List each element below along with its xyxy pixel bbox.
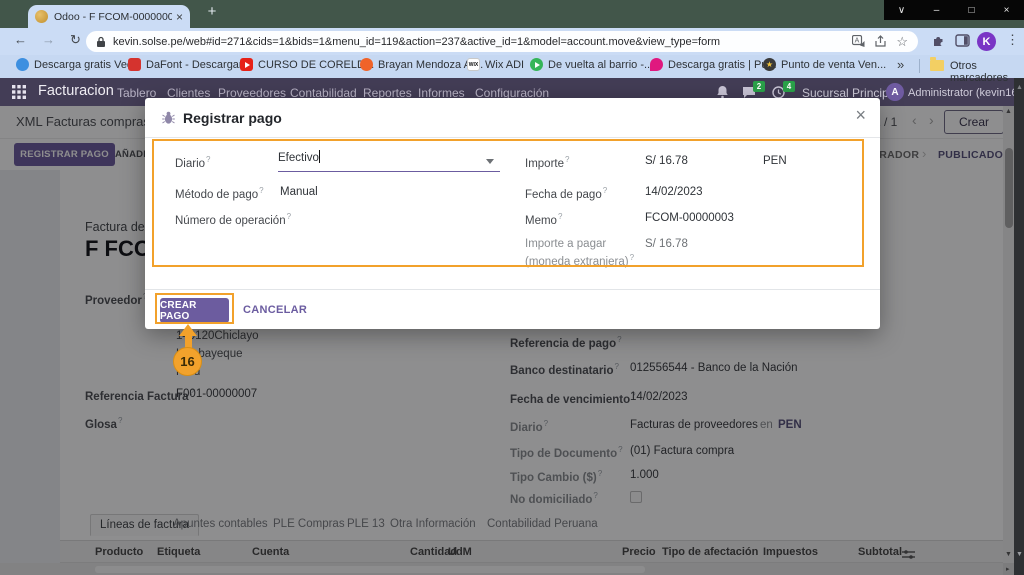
bookmark-item[interactable]: WIX Wix ADI [467,58,524,71]
annotation-highlight-fields [152,139,864,267]
user-avatar[interactable]: A [886,83,904,101]
dialog-footer: CREAR PAGO CANCELAR [145,289,880,329]
svg-text:A: A [855,38,860,45]
browser-profile-avatar[interactable]: K [977,32,996,51]
apps-grid-icon[interactable] [12,85,26,104]
browser-tab[interactable]: Odoo - F FCOM-00000003 (F001 × [28,5,190,28]
other-bookmarks[interactable]: Otros marcadores [950,60,1024,84]
bookmark-item[interactable]: ★ Punto de venta Ven... [763,58,886,71]
dialog-close-icon[interactable]: × [855,105,866,126]
share-icon[interactable] [874,35,887,48]
browser-tab-strip: Odoo - F FCOM-00000003 (F001 × + ∨ – □ × [0,0,1024,28]
cancelar-button[interactable]: CANCELAR [243,304,307,316]
reload-icon[interactable]: ↻ [70,32,81,48]
bookmark-item[interactable]: Descarga gratis Vec... [16,58,142,71]
extensions-puzzle-icon[interactable] [931,33,946,48]
side-panel-icon[interactable] [955,33,970,48]
browser-scrollbar[interactable]: ▲ ▼ [1014,78,1024,575]
forward-icon[interactable]: → [42,32,55,47]
browser-scroll-up-icon[interactable]: ▲ [1016,84,1023,91]
bookmark-favicon [128,58,141,71]
user-menu[interactable]: Administrator (kevin16) [908,87,1021,99]
play-icon [530,58,543,71]
bookmark-favicon [16,58,29,71]
browser-toolbar: ← → ↻ kevin.solse.pe/web#id=271&cids=1&b… [0,28,1024,55]
bookmarks-divider [919,59,920,73]
tab-close-icon[interactable]: × [176,10,183,24]
window-menu-button[interactable]: ∨ [884,0,919,20]
dialog-header: Registrar pago × [145,98,880,138]
bookmark-item[interactable]: De vuelta al barrio -... [530,58,653,71]
bookmark-item[interactable]: Descarga gratis | Pu... [650,58,777,71]
activity-badge: 4 [783,81,795,92]
lock-icon [96,36,106,48]
annotation-step-badge: 16 [173,347,202,376]
bookmark-item[interactable]: DaFont - Descargar... [128,58,251,71]
bookmark-item[interactable]: Brayan Mendoza Ar... [360,58,483,71]
wix-icon: WIX [467,58,480,71]
bookmark-star-icon[interactable]: ☆ [896,35,908,48]
window-minimize-button[interactable]: – [919,0,954,20]
screenshot-root: Odoo - F FCOM-00000003 (F001 × + ∨ – □ ×… [0,0,1024,575]
back-icon[interactable]: ← [14,32,27,47]
browser-menu-icon[interactable]: ⋮ [1006,32,1019,48]
youtube-icon [240,58,253,71]
bookmarks-overflow-icon[interactable]: » [897,57,904,72]
chat-badge: 2 [753,81,765,92]
address-bar[interactable]: kevin.solse.pe/web#id=271&cids=1&bids=1&… [86,31,918,52]
browser-scroll-down-icon[interactable]: ▼ [1016,551,1023,558]
window-controls: ∨ – □ × [884,0,1024,20]
tab-title: Odoo - F FCOM-00000003 (F001 [54,10,172,23]
bookmark-favicon [360,58,373,71]
star-badge-icon: ★ [763,58,776,71]
bookmarks-bar: Descarga gratis Vec... DaFont - Descarga… [0,55,1024,84]
bookmark-item[interactable]: CURSO DE CORELD... [240,58,374,71]
window-close-button[interactable]: × [989,0,1024,20]
app-name[interactable]: Facturacion [38,83,114,99]
folder-icon [930,57,944,71]
translate-icon[interactable]: A [852,35,865,48]
annotation-highlight-button [155,293,234,324]
odoo-favicon-icon [35,10,48,23]
debug-bug-icon [162,111,175,130]
url-text: kevin.solse.pe/web#id=271&cids=1&bids=1&… [113,35,721,48]
window-maximize-button[interactable]: □ [954,0,989,20]
dialog-title: Registrar pago [183,110,282,126]
bookmark-favicon [650,58,663,71]
new-tab-button[interactable]: + [202,3,222,20]
